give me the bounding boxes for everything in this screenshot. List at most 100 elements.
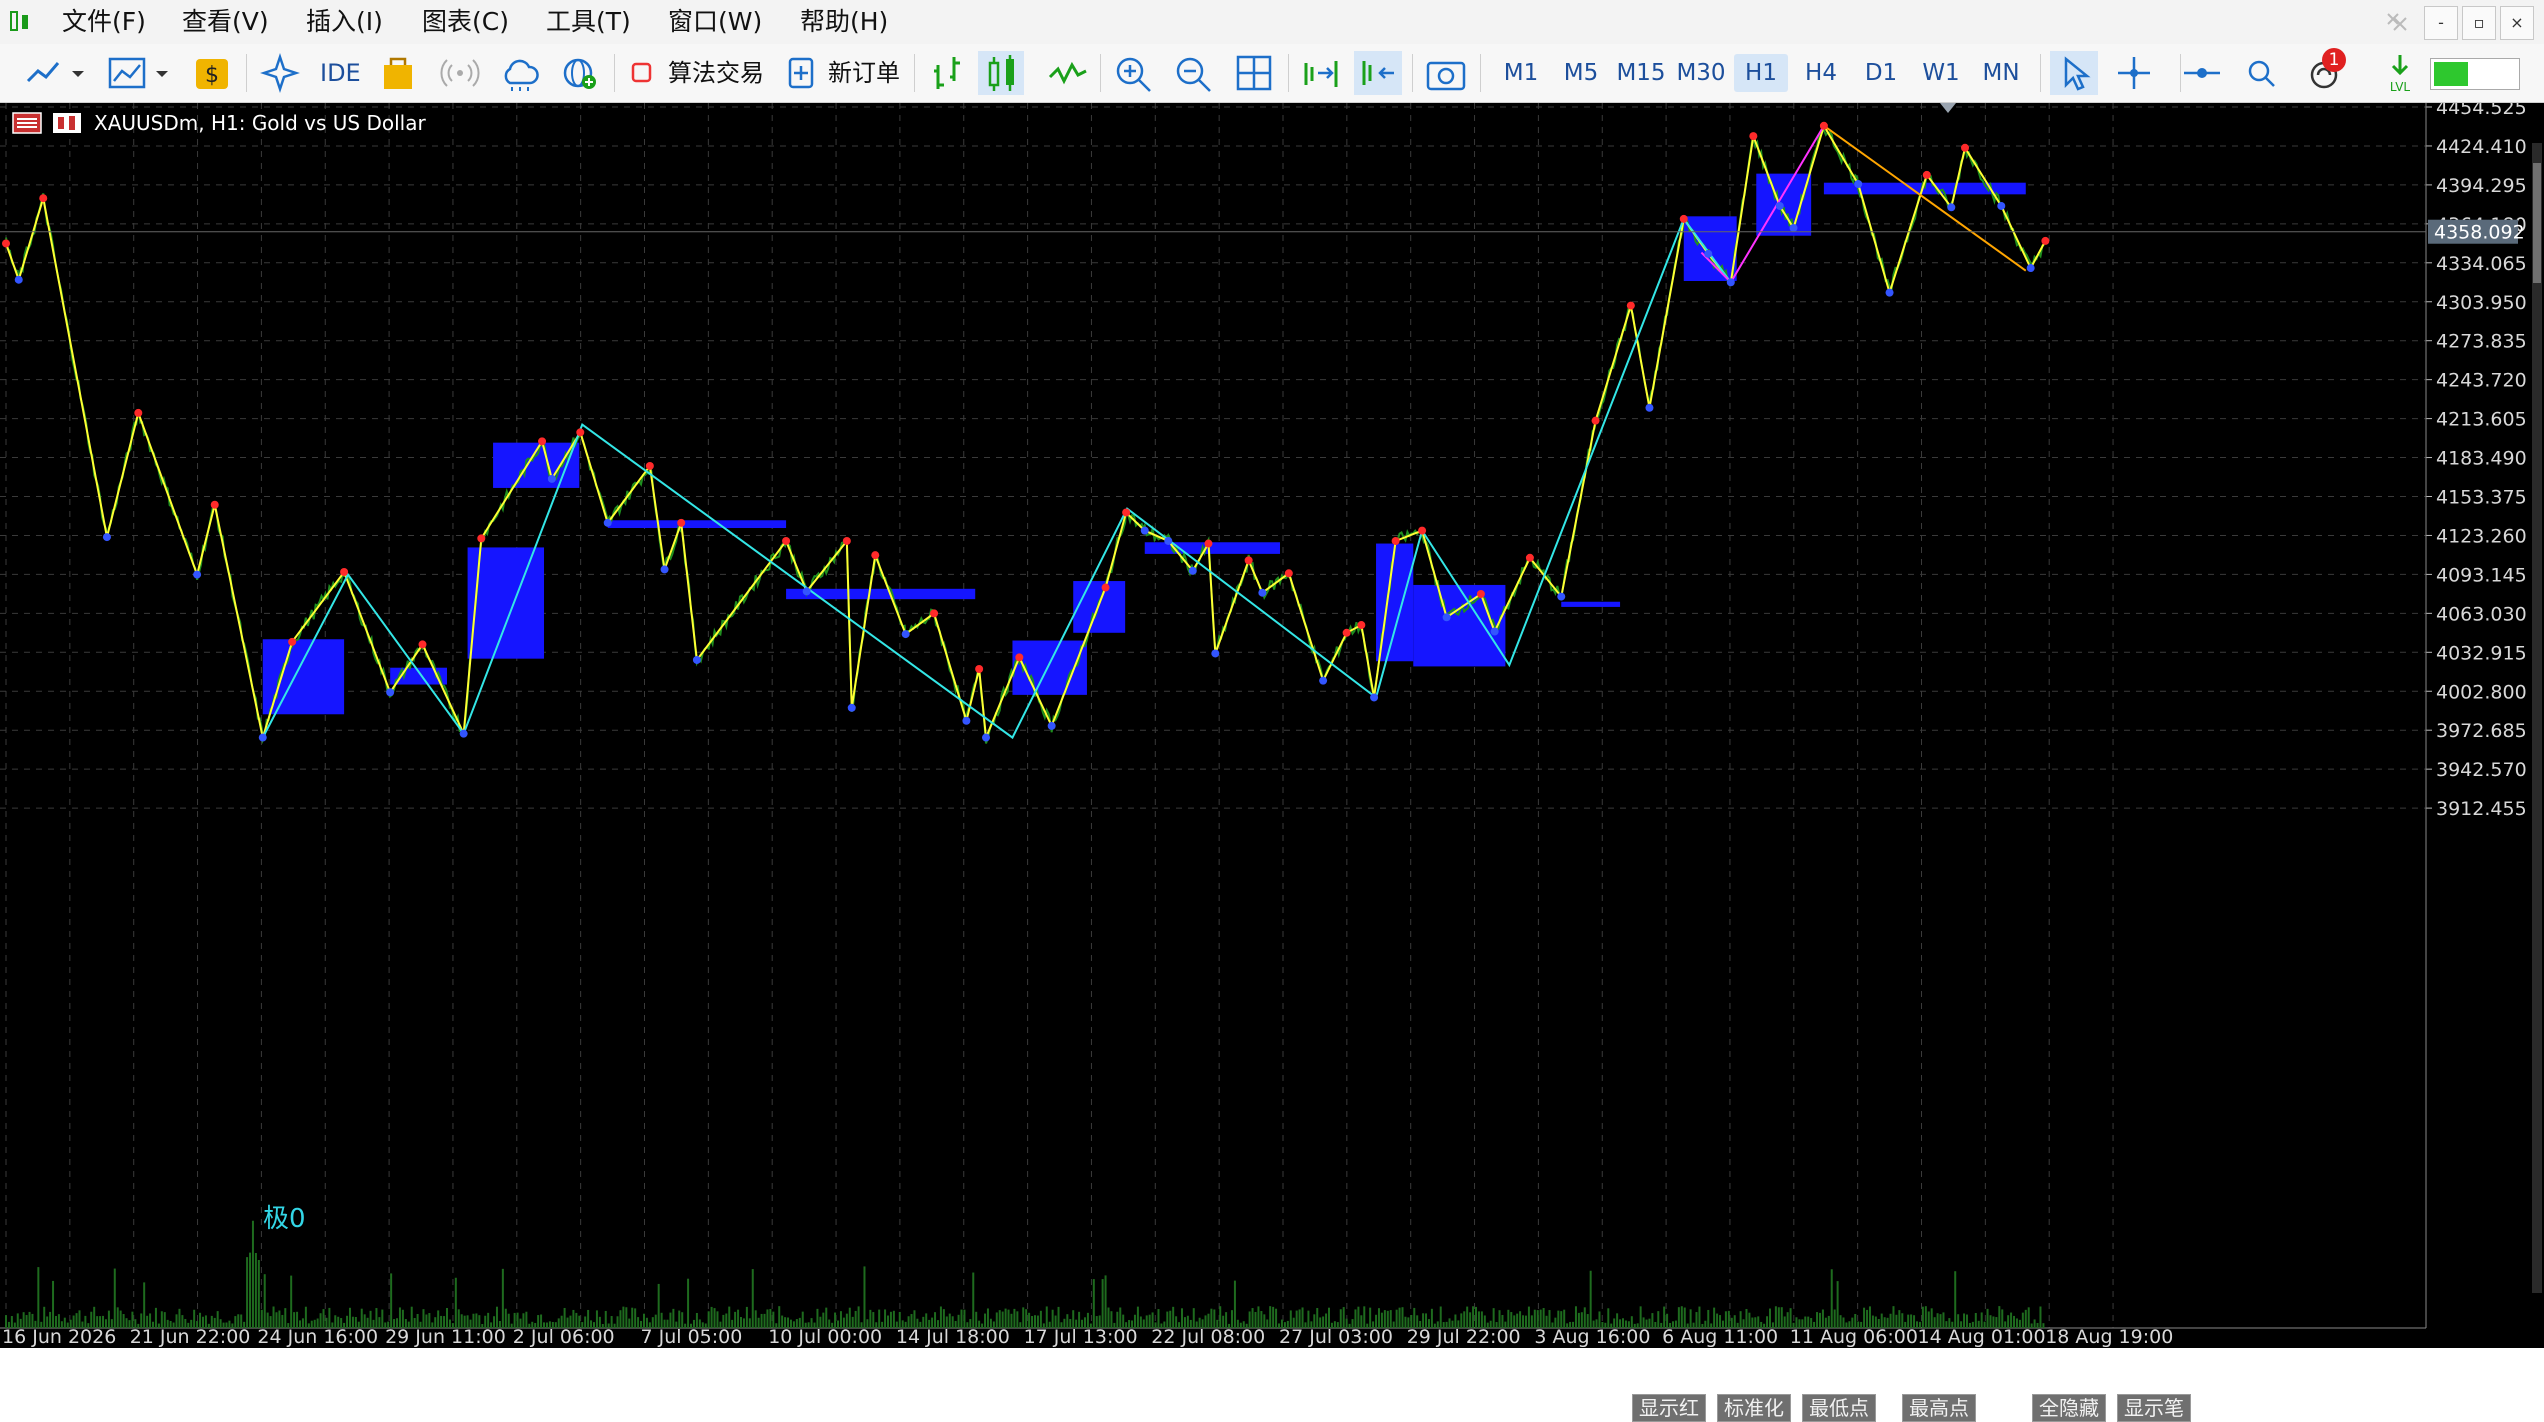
chart-list-icon[interactable]: [12, 112, 42, 134]
menu-help[interactable]: 帮助(H): [800, 6, 888, 38]
menu-insert[interactable]: 插入(I): [306, 6, 383, 38]
chart-header: XAUUSDm, H1: Gold vs US Dollar: [94, 111, 426, 135]
line-chart-icon[interactable]: [1046, 51, 1090, 95]
zone-rect: [1683, 216, 1737, 281]
crosshair-icon[interactable]: [2112, 51, 2156, 95]
pivot-marker: [1726, 278, 1735, 287]
globe-add-icon[interactable]: [558, 51, 602, 95]
price-label: 3972.685: [2436, 720, 2527, 742]
candlestick-icon[interactable]: [982, 51, 1022, 95]
chevron-down-icon[interactable]: [70, 51, 86, 95]
price-label: 4424.410: [2436, 136, 2527, 158]
chevron-down-icon[interactable]: [154, 51, 170, 95]
price-label: 4093.145: [2436, 564, 2527, 586]
pivot-marker: [340, 568, 349, 577]
chart-area[interactable]: 4454.5254424.4104394.2954364.1804334.065…: [0, 103, 2544, 1422]
zoom-out-icon[interactable]: [1172, 51, 1216, 95]
tf-m15[interactable]: M15: [1614, 54, 1668, 92]
search-icon[interactable]: [2240, 51, 2284, 95]
price-label: 4002.800: [2436, 681, 2527, 703]
time-label: 10 Jul 00:00: [768, 1326, 882, 1348]
bar-chart-icon[interactable]: [928, 51, 968, 95]
pivot-marker: [1775, 201, 1784, 210]
sparkle-icon[interactable]: [258, 51, 302, 95]
pivot-marker: [1997, 201, 2006, 210]
menu-chart[interactable]: 图表(C): [422, 6, 509, 38]
lvl-icon[interactable]: LVL: [2380, 51, 2420, 95]
new-order-icon[interactable]: [786, 51, 816, 95]
chart-type-icon[interactable]: [106, 51, 150, 95]
highest-point-button[interactable]: 最高点: [1902, 1394, 1976, 1422]
tf-m1[interactable]: M1: [1494, 54, 1548, 92]
detach-icon[interactable]: [2384, 10, 2412, 34]
notification-badge: 1: [2322, 48, 2346, 72]
pivot-marker: [975, 665, 984, 674]
autoscroll-icon[interactable]: [1298, 51, 1342, 95]
pivot-marker: [2041, 236, 2050, 245]
price-label: 3942.570: [2436, 759, 2527, 781]
hide-all-button[interactable]: 全隐藏: [2032, 1394, 2106, 1422]
menu-view[interactable]: 查看(V): [182, 6, 269, 38]
pivot-marker: [1961, 143, 1970, 152]
tf-m30[interactable]: M30: [1674, 54, 1728, 92]
line-tool-icon[interactable]: [24, 51, 64, 95]
menu-file[interactable]: 文件(F): [62, 6, 146, 38]
shopping-bag-icon[interactable]: [378, 51, 418, 95]
signal-icon[interactable]: [438, 51, 482, 95]
tf-w1[interactable]: W1: [1914, 54, 1968, 92]
lowest-point-button[interactable]: 最低点: [1802, 1394, 1876, 1422]
minimize-button[interactable]: -: [2424, 6, 2458, 40]
chart-shift-icon[interactable]: [1356, 51, 1400, 95]
pivot-marker: [14, 275, 23, 284]
zone-rect: [262, 639, 345, 715]
cloud-icon[interactable]: [498, 51, 542, 95]
horizontal-line-icon[interactable]: [2180, 51, 2224, 95]
tf-m5[interactable]: M5: [1554, 54, 1608, 92]
pivot-marker: [982, 733, 990, 742]
scrollbar-thumb: [2533, 163, 2541, 283]
pivot-marker: [1122, 508, 1131, 517]
pivot-label: 极0: [263, 1204, 306, 1234]
toolbar: $ IDE 算法交易 新订单 M1 M5 M15 M30 H1 H4 D1 W1…: [0, 44, 2544, 103]
price-label: 4454.525: [2436, 103, 2527, 119]
zoom-in-icon[interactable]: [1112, 51, 1156, 95]
ide-button[interactable]: IDE: [320, 51, 361, 95]
new-order-button[interactable]: 新订单: [828, 51, 900, 95]
pivot-marker: [1418, 526, 1427, 535]
screenshot-icon[interactable]: [1424, 51, 1468, 95]
algo-trading-button[interactable]: 算法交易: [668, 51, 764, 95]
price-label: 4394.295: [2436, 175, 2527, 197]
pivot-marker: [802, 587, 811, 596]
svg-text:$: $: [205, 63, 219, 88]
price-label: 4213.605: [2436, 409, 2527, 431]
chart-canvas[interactable]: 4454.5254424.4104394.2954364.1804334.065…: [0, 103, 2544, 1348]
tf-h1[interactable]: H1: [1734, 54, 1788, 92]
pivot-marker: [538, 437, 547, 446]
close-button[interactable]: ×: [2500, 6, 2534, 40]
stop-icon[interactable]: [630, 51, 654, 95]
show-strokes-button[interactable]: 显示笔: [2117, 1394, 2191, 1422]
tf-d1[interactable]: D1: [1854, 54, 1908, 92]
cursor-icon[interactable]: [2054, 51, 2098, 95]
pivot-marker: [193, 570, 202, 579]
price-label: 4123.260: [2436, 525, 2527, 547]
pivot-marker: [1442, 613, 1451, 622]
grid-icon[interactable]: [1232, 51, 1276, 95]
menu-tools[interactable]: 工具(T): [546, 6, 631, 38]
pivot-marker: [645, 461, 654, 470]
pivot-marker: [102, 533, 111, 542]
pivot-marker: [1357, 621, 1366, 630]
menu-bar: 文件(F) 查看(V) 插入(I) 图表(C) 工具(T) 窗口(W) 帮助(H…: [0, 0, 2544, 45]
pivot-marker: [1525, 553, 1534, 562]
show-red-button[interactable]: 显示红: [1632, 1394, 1706, 1422]
pivot-marker: [1015, 653, 1024, 662]
tf-h4[interactable]: H4: [1794, 54, 1848, 92]
restore-button[interactable]: ▫: [2462, 6, 2496, 40]
pivot-marker: [1557, 592, 1566, 601]
price-label: 4183.490: [2436, 448, 2527, 470]
normalize-button[interactable]: 标准化: [1717, 1394, 1791, 1422]
dollar-icon[interactable]: $: [192, 51, 232, 95]
tf-mn[interactable]: MN: [1974, 54, 2028, 92]
pivot-marker: [962, 716, 971, 725]
menu-window[interactable]: 窗口(W): [668, 6, 762, 38]
